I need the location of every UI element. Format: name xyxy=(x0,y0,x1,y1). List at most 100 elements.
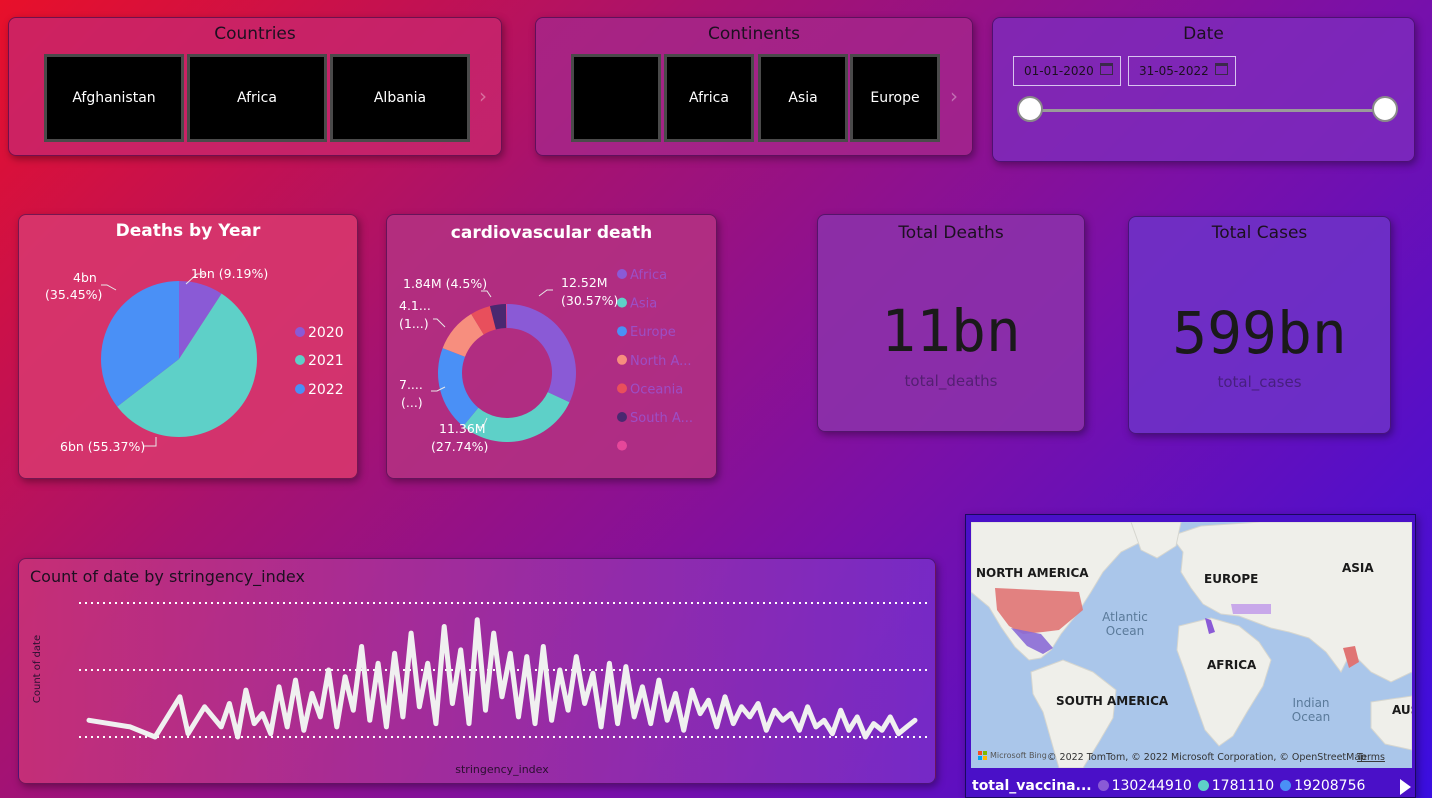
legend-swatch-2022 xyxy=(295,384,305,394)
legend-swatch-5 xyxy=(617,412,627,422)
label-2020: 1bn (9.19%) xyxy=(191,266,268,281)
scroll-right-chevron-icon[interactable]: › xyxy=(950,84,958,108)
map-legend-value-1: 130244910 xyxy=(1111,778,1192,794)
series-line xyxy=(86,617,918,740)
legend-swatch-2 xyxy=(617,326,627,337)
countries-slicer-title: Countries xyxy=(214,24,296,44)
continent-tile-blank[interactable] xyxy=(571,54,661,142)
label-2021: 6bn (55.37%) xyxy=(60,439,145,454)
legend-swatch-1 xyxy=(617,297,627,308)
label-europe-value: 7.... xyxy=(399,377,423,392)
map-legend-value-2: 1781110 xyxy=(1211,778,1275,794)
legend-2020: 2020 xyxy=(308,325,344,341)
legend-item-2: Europe xyxy=(630,325,676,340)
map-terms-link[interactable]: Terms xyxy=(1356,752,1385,763)
continents-slicer-title: Continents xyxy=(708,24,800,44)
legend: 2020 2021 2022 xyxy=(295,325,344,398)
date-range-track[interactable] xyxy=(1029,109,1384,112)
deaths-by-year-pie[interactable]: 1bn (9.19%) 4bn (35.45%) 6bn (55.37%) 20… xyxy=(19,215,357,478)
cardiovascular-donut[interactable]: 12.52M (30.57%) 1.84M (4.5%) 4.1... (1..… xyxy=(387,215,716,478)
label-oceania: 1.84M (4.5%) xyxy=(403,276,487,291)
legend-2021: 2021 xyxy=(308,353,344,369)
legend-item-3: North A... xyxy=(630,354,692,369)
map-label-asia: ASIA xyxy=(1342,561,1374,575)
total-deaths-value: 11bn xyxy=(881,297,1021,365)
legend-dot-icon xyxy=(1280,780,1292,791)
continents-slicer: Continents Africa Asia Europe › xyxy=(535,17,973,156)
total-cases-card[interactable]: Total Cases 599bn total_cases xyxy=(1128,216,1391,434)
total-cases-value: 599bn xyxy=(1172,299,1347,367)
legend-item-5: South A... xyxy=(630,411,693,426)
stringency-line-visual[interactable]: Count of date by stringency_index string… xyxy=(18,558,936,784)
legend-dot-icon xyxy=(1097,780,1109,791)
legend-item-1: Asia xyxy=(630,297,657,312)
legend-swatch-2021 xyxy=(295,355,305,365)
country-tile-africa[interactable]: Africa xyxy=(187,54,327,142)
bing-brand: Microsoft Bing xyxy=(990,751,1047,760)
x-axis-label: stringency_index xyxy=(455,763,549,776)
map-label-atlantic: Atlantic xyxy=(1102,610,1148,624)
date-range-start-handle[interactable] xyxy=(1017,96,1043,122)
map-label-indian: Indian xyxy=(1292,696,1329,710)
deaths-by-year-visual[interactable]: Deaths by Year 1bn (9.19%) 4bn (35.45%) … xyxy=(18,214,358,479)
balkans-highlight xyxy=(1231,604,1271,614)
vaccination-map-visual[interactable]: NORTH AMERICA EUROPE ASIA AFRICA SOUTH A… xyxy=(965,514,1416,798)
country-tile-afghanistan[interactable]: Afghanistan xyxy=(44,54,184,142)
legend-item-4: Oceania xyxy=(630,382,683,397)
legend: Africa Asia Europe North A... Oceania South A… xyxy=(617,268,693,451)
countries-slicer: Countries Afghanistan Africa Albania › xyxy=(8,17,502,156)
label-2022-value: 4bn xyxy=(73,270,97,285)
country-tile-albania[interactable]: Albania xyxy=(330,54,470,142)
map-legend: total_vaccina... 130244910 1781110 19208… xyxy=(972,778,1365,794)
label-2022-percent: (35.45%) xyxy=(45,287,102,302)
legend-swatch-3 xyxy=(617,354,627,365)
map-label-europe: EUROPE xyxy=(1204,572,1258,586)
label-africa-value: 12.52M xyxy=(561,275,608,290)
date-range-end-handle[interactable] xyxy=(1372,96,1398,122)
label-north-america-value: 4.1... xyxy=(399,298,431,313)
date-slicer-title: Date xyxy=(1183,24,1224,44)
map-attribution: © 2022 TomTom, © 2022 Microsoft Corporat… xyxy=(1047,752,1366,763)
total-cases-title: Total Cases xyxy=(1211,223,1308,243)
y-axis-label: Count of date xyxy=(32,635,43,703)
legend-swatch-0 xyxy=(617,269,627,279)
start-date-value: 01-01-2020 xyxy=(1024,64,1094,78)
label-europe-percent: (...) xyxy=(401,395,423,410)
total-deaths-card[interactable]: Total Deaths 11bn total_deaths xyxy=(817,214,1085,432)
calendar-icon[interactable] xyxy=(1215,63,1228,75)
map-legend-title: total_vaccina... xyxy=(972,778,1092,794)
stringency-line-chart[interactable]: stringency_index Count of date xyxy=(19,559,935,783)
map-label-atlantic-ocean: Ocean xyxy=(1106,624,1144,638)
label-north-america-percent: (1...) xyxy=(399,316,429,331)
date-slicer: Date 01-01-2020 31-05-2022 xyxy=(992,17,1415,162)
label-africa-percent: (30.57%) xyxy=(561,293,618,308)
continent-tile-africa[interactable]: Africa xyxy=(664,54,754,142)
total-deaths-caption: total_deaths xyxy=(904,372,998,390)
legend-dot-icon xyxy=(1197,780,1209,791)
map-label-africa: AFRICA xyxy=(1207,658,1257,672)
total-cases-caption: total_cases xyxy=(1217,373,1302,391)
label-asia-value: 11.36M xyxy=(439,421,486,436)
cardiovascular-death-visual[interactable]: cardiovascular death 12.52M (30.57%) 1.8… xyxy=(386,214,717,479)
donut-slice-0[interactable] xyxy=(507,304,576,403)
end-date-input[interactable]: 31-05-2022 xyxy=(1128,56,1236,86)
map-label-indian-ocean: Ocean xyxy=(1292,710,1330,724)
label-asia-percent: (27.74%) xyxy=(431,439,488,454)
scroll-right-chevron-icon[interactable]: › xyxy=(479,84,487,108)
world-map[interactable]: NORTH AMERICA EUROPE ASIA AFRICA SOUTH A… xyxy=(971,522,1412,768)
map-legend-value-3: 19208756 xyxy=(1294,778,1366,794)
calendar-icon[interactable] xyxy=(1100,63,1113,75)
total-deaths-title: Total Deaths xyxy=(898,223,1004,243)
start-date-input[interactable]: 01-01-2020 xyxy=(1013,56,1121,86)
map-label-south-america: SOUTH AMERICA xyxy=(1056,694,1169,708)
continent-tile-europe[interactable]: Europe xyxy=(850,54,940,142)
legend-swatch-2020 xyxy=(295,327,305,337)
end-date-value: 31-05-2022 xyxy=(1139,64,1209,78)
legend-swatch-6 xyxy=(617,440,627,451)
legend-next-arrow-icon[interactable] xyxy=(1400,779,1411,795)
map-label-australia: AUST xyxy=(1392,703,1412,717)
map-label-north-america: NORTH AMERICA xyxy=(976,566,1089,580)
continent-tile-asia[interactable]: Asia xyxy=(758,54,848,142)
legend-swatch-4 xyxy=(617,383,627,394)
legend-2022: 2022 xyxy=(308,382,344,398)
